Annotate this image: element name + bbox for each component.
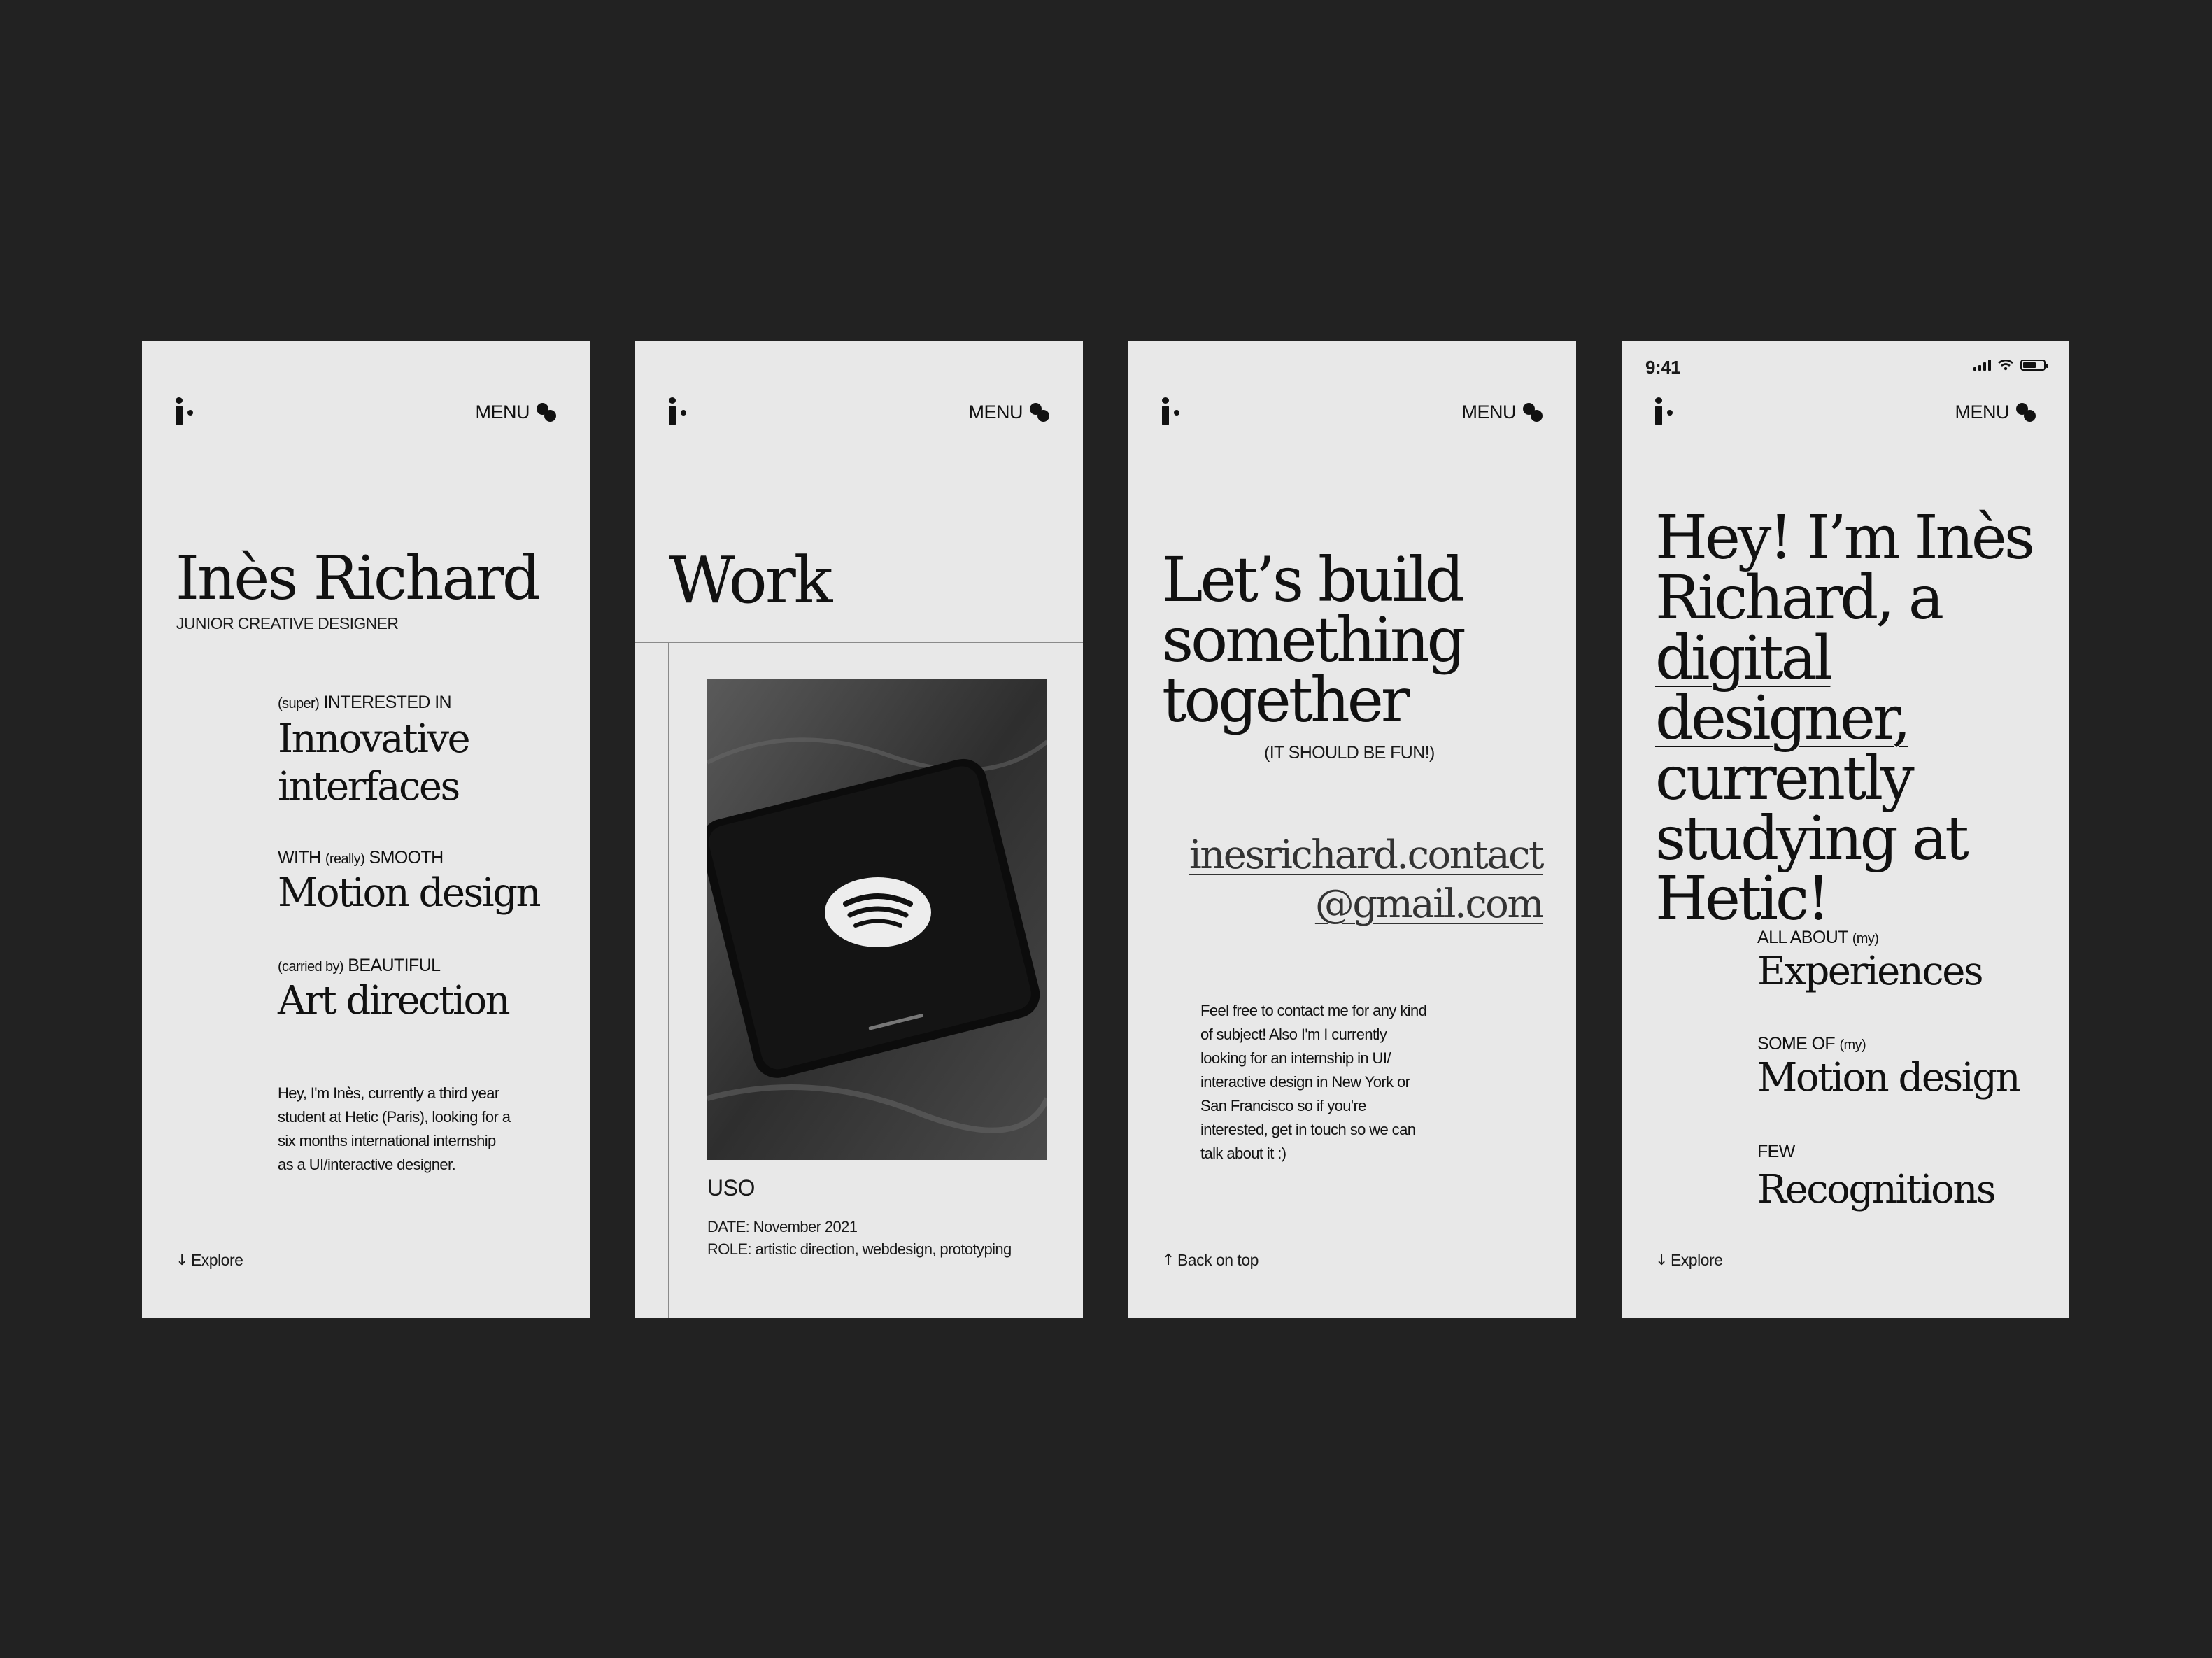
interest-kicker: (super) INTERESTED IN	[278, 693, 452, 712]
project-date: DATE: November 2021	[707, 1218, 858, 1235]
email-link[interactable]: inesrichard.contact @gmail.com	[1189, 831, 1545, 929]
menu-button[interactable]: MENU	[476, 402, 558, 423]
menu-button[interactable]: MENU	[969, 402, 1051, 423]
intro-paragraph: Hey, I'm Inès, currently a third year st…	[278, 1084, 511, 1173]
section-title: Recognitions	[1757, 1167, 1997, 1212]
menu-label: MENU	[475, 402, 530, 423]
page-subtitle: JUNIOR CREATIVE DESIGNER	[176, 614, 399, 632]
logo-icon[interactable]	[1161, 397, 1184, 425]
status-bar-icons	[1973, 360, 2048, 371]
menu-icon	[2016, 402, 2037, 423]
interest-title: Art direction	[278, 978, 511, 1023]
menu-button[interactable]: MENU	[1462, 402, 1545, 423]
contact-paragraph: Feel free to contact me for any kind of …	[1200, 1002, 1427, 1162]
about-section[interactable]: SOME OF (my) Motion design	[1757, 1034, 2021, 1101]
interest-title: Motion design	[278, 870, 541, 916]
project-meta: DATE: November 2021 ROLE: artistic direc…	[707, 1216, 1043, 1261]
arrow-up-icon: ↑	[1162, 1252, 1175, 1269]
arrow-down-icon: ↓	[176, 1252, 188, 1269]
project-role: ROLE: artistic direction, webdesign, pro…	[707, 1240, 1012, 1258]
project-title[interactable]: USO	[707, 1175, 755, 1201]
title-note: (IT SHOULD BE FUN!)	[1264, 743, 1435, 763]
menu-label: MENU	[968, 402, 1023, 423]
back-on-top-link[interactable]: ↑ Back on top	[1162, 1251, 1259, 1270]
divider	[635, 642, 1083, 643]
section-title: Motion design	[1757, 1055, 2021, 1100]
menu-label: MENU	[1955, 402, 2010, 423]
back-on-top-label: Back on top	[1177, 1251, 1259, 1269]
signal-icon	[1973, 360, 1991, 371]
explore-label: Explore	[190, 1251, 243, 1269]
page-title: Inès Richard	[176, 544, 541, 614]
menu-icon	[1523, 402, 1544, 423]
interest-item: (super) INTERESTED IN Innovative interfac…	[278, 693, 471, 811]
menu-icon	[1030, 402, 1051, 423]
mobile-screen-home: MENU Inès Richard JUNIOR CREATIVE DESIGN…	[142, 341, 590, 1318]
page-title: Work	[669, 543, 832, 618]
logo-icon[interactable]	[667, 397, 691, 425]
mobile-screen-about: 9:41 MENU Hey! I’m Inès Richard, a digit…	[1622, 341, 2069, 1318]
interest-item: WITH (really) SMOOTH Motion design	[278, 848, 541, 916]
logo-icon[interactable]	[174, 397, 198, 425]
status-time: 9:41	[1645, 357, 1681, 378]
battery-icon	[2020, 360, 2048, 371]
interest-kicker: (carried by) BEAUTIFUL	[278, 956, 441, 975]
interest-title: Innovative interfaces	[278, 716, 471, 809]
section-kicker: SOME OF (my)	[1757, 1034, 1866, 1054]
menu-label: MENU	[1461, 402, 1517, 423]
interest-item: (carried by) BEAUTIFUL Art direction	[278, 956, 511, 1024]
explore-label: Explore	[1670, 1251, 1723, 1269]
explore-link[interactable]: ↓ Explore	[176, 1251, 243, 1270]
menu-icon	[537, 402, 558, 423]
project-image[interactable]	[700, 679, 1050, 1160]
page-title: Hey! I’m Inès Richard, a digital designe…	[1655, 503, 2035, 934]
section-kicker: ALL ABOUT (my)	[1757, 928, 1879, 947]
mobile-screen-work: MENU Work USO DATE: November 2021 ROLE: …	[635, 341, 1083, 1318]
about-section[interactable]: ALL ABOUT (my) Experiences	[1757, 928, 1984, 995]
interest-kicker: WITH (really) SMOOTH	[278, 848, 444, 867]
phone-photo	[700, 679, 1050, 1160]
arrow-down-icon: ↓	[1655, 1252, 1668, 1269]
divider	[668, 642, 669, 1318]
spotify-logo-icon	[825, 877, 931, 947]
page-title: Let’s build something together	[1162, 544, 1466, 736]
logo-icon[interactable]	[1654, 397, 1678, 425]
mobile-screen-contact: MENU Let’s build something together (IT …	[1128, 341, 1576, 1318]
menu-button[interactable]: MENU	[1955, 402, 2038, 423]
wifi-icon	[1998, 360, 2013, 371]
section-title: Experiences	[1757, 949, 1984, 994]
about-section[interactable]: FEW Recognitions	[1757, 1142, 1997, 1213]
section-kicker: FEW	[1757, 1142, 1795, 1161]
explore-link[interactable]: ↓ Explore	[1655, 1251, 1723, 1270]
